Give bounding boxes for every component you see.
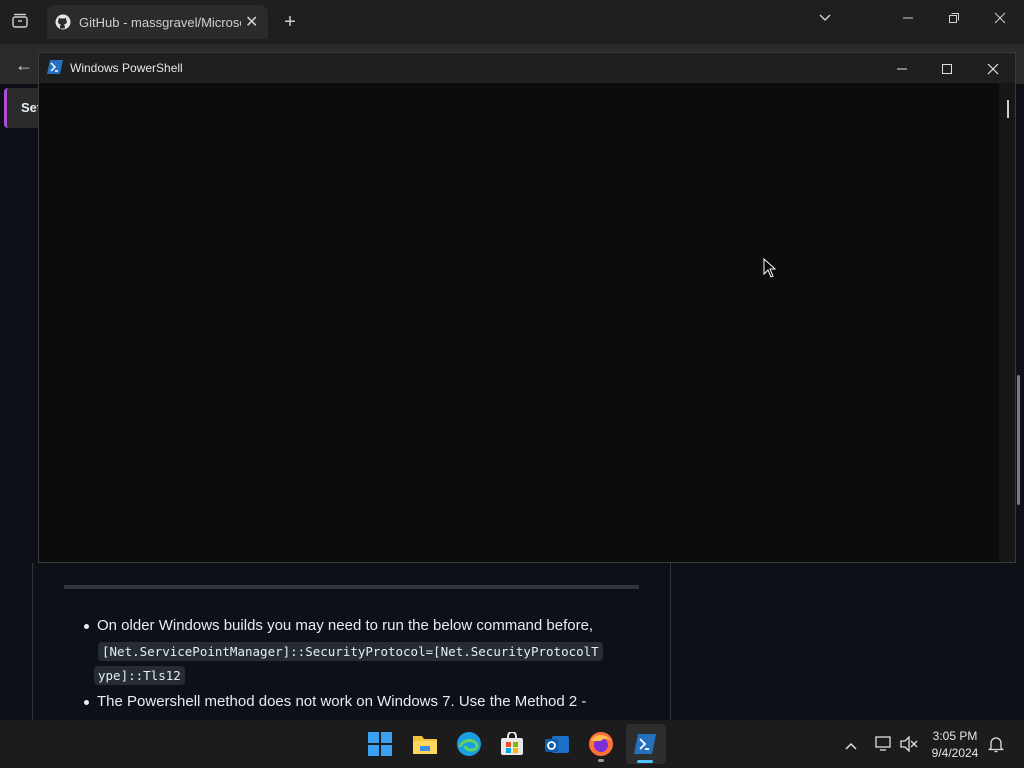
browser-close-icon[interactable]: [990, 10, 1010, 30]
show-hidden-icons-chevron-icon[interactable]: [845, 738, 857, 756]
ps-maximize-icon[interactable]: [941, 62, 953, 80]
ps-close-icon[interactable]: [987, 62, 999, 80]
close-tab-icon[interactable]: ✕: [245, 12, 258, 32]
network-icon[interactable]: [875, 736, 893, 757]
volume-muted-icon[interactable]: [900, 735, 918, 757]
firefox-running-indicator: [598, 759, 604, 762]
browser-tab[interactable]: GitHub - massgravel/Microsoft-Activation…: [47, 5, 268, 39]
clock-date[interactable]: 9/4/2024: [920, 746, 990, 760]
content-border-right: [670, 563, 671, 720]
new-tab-icon[interactable]: +: [280, 12, 300, 32]
powershell-console[interactable]: [39, 83, 1015, 562]
powershell-scrollbar[interactable]: [999, 83, 1015, 562]
code-snippet-line-2: ype]::Tls12: [94, 666, 185, 685]
tab-title: GitHub - massgravel/Microsoft-Activation…: [79, 14, 241, 30]
bullet-2-text: The Powershell method does not work on W…: [97, 693, 587, 710]
start-icon[interactable]: [368, 732, 392, 761]
mouse-cursor-icon: [763, 257, 777, 283]
outlook-icon[interactable]: [544, 732, 570, 763]
powershell-scroll-thumb[interactable]: [1007, 100, 1009, 118]
bullet-dot: [84, 700, 89, 705]
file-explorer-icon[interactable]: [412, 733, 438, 760]
notification-bell-icon[interactable]: [987, 735, 1005, 758]
code-snippet-line-1: [Net.ServicePointManager]::SecurityProto…: [98, 642, 603, 661]
browser-minimize-icon[interactable]: [898, 10, 918, 30]
powershell-titlebar[interactable]: Windows PowerShell: [39, 53, 1015, 83]
powershell-icon: [47, 60, 63, 79]
edge-icon[interactable]: [456, 731, 482, 762]
horizontal-rule: [64, 585, 639, 589]
bullet-1-text: On older Windows builds you may need to …: [97, 617, 594, 634]
github-icon: [55, 14, 71, 30]
ps-minimize-icon[interactable]: [896, 62, 908, 80]
microsoft-store-icon[interactable]: [500, 731, 524, 761]
clock-time[interactable]: 3:05 PM: [920, 729, 990, 743]
powershell-taskbar-icon[interactable]: [634, 734, 656, 759]
back-arrow-icon[interactable]: ←: [14, 55, 34, 75]
page-scrollbar[interactable]: [1017, 375, 1020, 505]
powershell-window[interactable]: Windows PowerShell: [38, 52, 1016, 563]
powershell-active-indicator: [637, 760, 653, 763]
firefox-icon[interactable]: [588, 731, 614, 762]
bullet-dot: [84, 624, 89, 629]
content-border-left: [32, 563, 33, 720]
powershell-title: Windows PowerShell: [70, 61, 183, 75]
tab-actions-icon[interactable]: [10, 12, 30, 36]
tab-list-chevron-icon[interactable]: [815, 11, 835, 31]
browser-restore-icon[interactable]: [944, 10, 964, 30]
